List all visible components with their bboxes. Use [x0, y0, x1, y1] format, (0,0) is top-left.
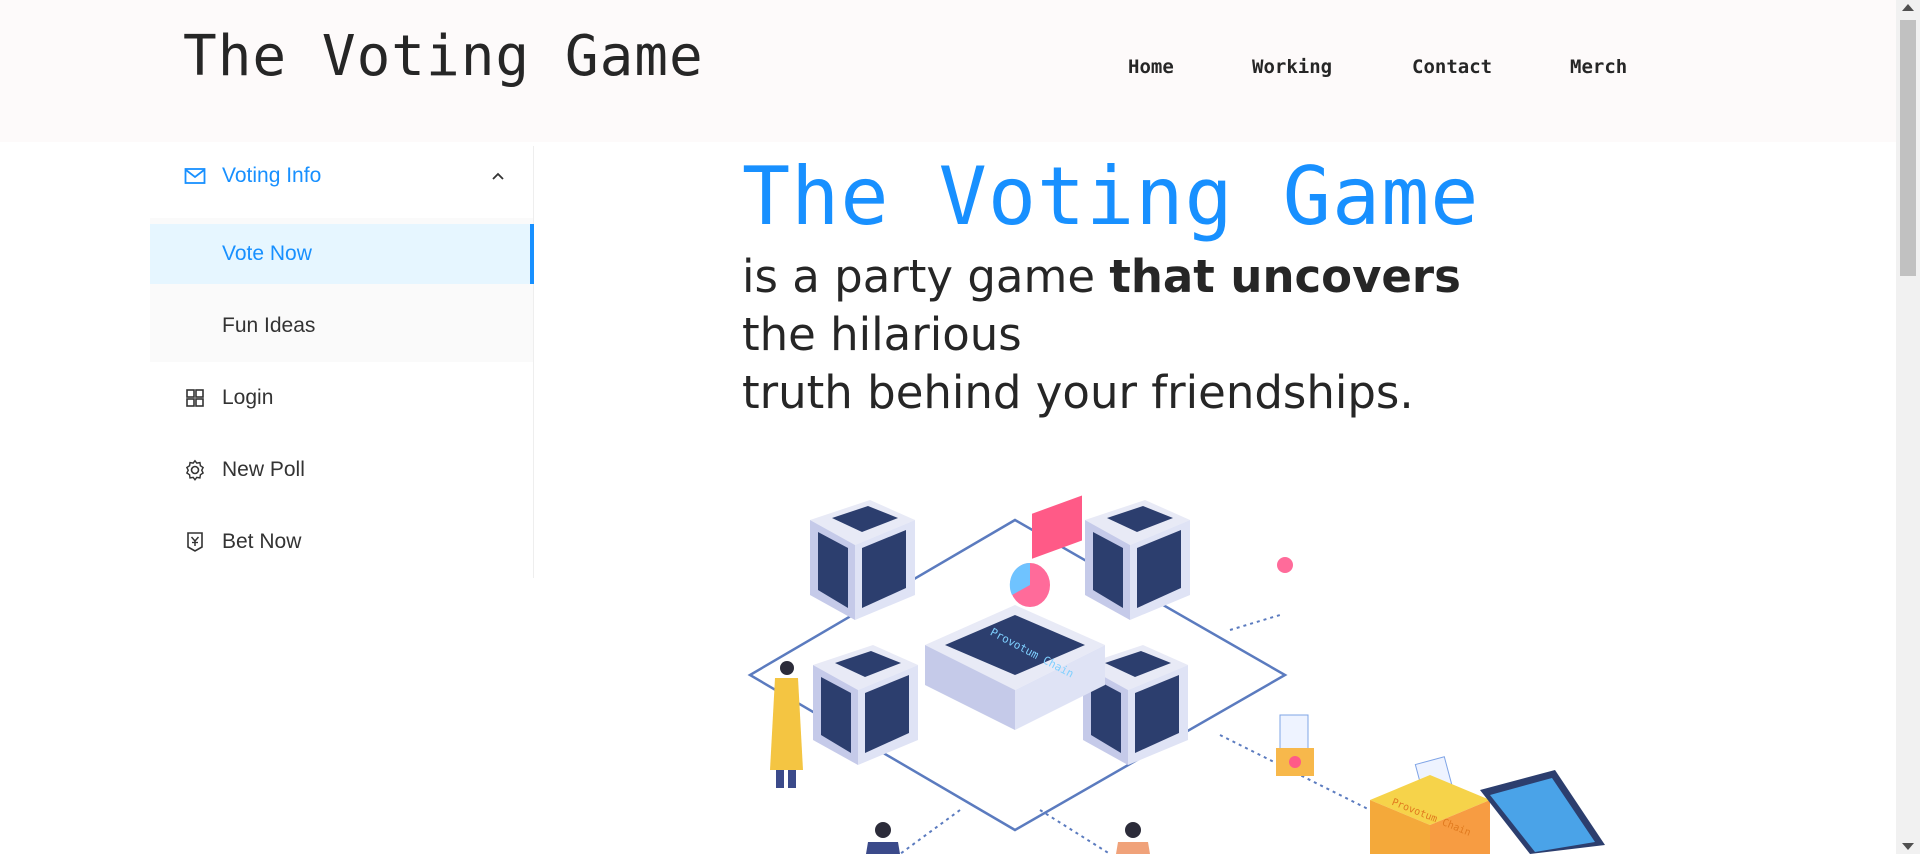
ballot-box: Provotum Chain: [1370, 775, 1490, 854]
tagline-bold-part: that uncovers: [1109, 250, 1461, 303]
menu-vote-now-label: Vote Now: [222, 242, 312, 265]
nav-merch[interactable]: Merch: [1570, 56, 1627, 78]
tagline-line-2: the hilarious: [742, 308, 1022, 361]
central-hub: Provotum Chain: [925, 495, 1105, 730]
person-bottom-center: [1116, 822, 1150, 854]
site-logo[interactable]: The Voting Game: [183, 24, 704, 89]
server-cube-top-right: [1085, 500, 1190, 620]
menu-fun-ideas[interactable]: Fun Ideas: [150, 296, 533, 356]
header: The Voting Game Home Working Contact Mer…: [0, 0, 1896, 142]
sidebar-menu: Voting Info Vote Now Fun Ideas Login New…: [150, 146, 534, 578]
menu-bet-now[interactable]: Bet Now: [150, 512, 533, 572]
menu-fun-ideas-label: Fun Ideas: [222, 314, 316, 337]
hero-tagline: is a party game that uncovers the hilari…: [742, 248, 1461, 422]
appstore-icon: [186, 389, 204, 407]
menu-new-poll[interactable]: New Poll: [150, 440, 533, 500]
menu-new-poll-label: New Poll: [222, 458, 305, 481]
menu-bet-now-label: Bet Now: [222, 530, 302, 553]
phone-graphic: [1277, 557, 1293, 573]
tagline-line-3: truth behind your friendships.: [742, 366, 1414, 419]
menu-login[interactable]: Login: [150, 368, 533, 428]
tagline-part-1: is a party game: [742, 250, 1110, 303]
vertical-scrollbar[interactable]: [1896, 0, 1920, 854]
money-collect-icon: [187, 532, 203, 552]
mail-icon: [184, 168, 206, 184]
scroll-thumb[interactable]: [1900, 20, 1916, 276]
setting-icon: [185, 459, 205, 481]
scroll-down-arrow-icon[interactable]: [1902, 843, 1914, 850]
person-bottom-left: [866, 822, 900, 854]
server-cube-bottom-left: [813, 645, 918, 765]
person-left: [770, 661, 803, 788]
menu-vote-now[interactable]: Vote Now: [150, 224, 534, 284]
hero-title: The Voting Game: [742, 150, 1480, 243]
laptop-graphic: [1480, 770, 1605, 854]
menu-login-label: Login: [222, 386, 274, 409]
chevron-up-icon: [492, 172, 504, 180]
menu-voting-info[interactable]: Voting Info: [150, 146, 533, 206]
nav-contact[interactable]: Contact: [1412, 56, 1492, 78]
selected-indicator: [530, 224, 534, 284]
nav-home[interactable]: Home: [1128, 56, 1174, 78]
nav-working[interactable]: Working: [1252, 56, 1332, 78]
blockchain-illustration: Provotum Chain Provotum Chain: [747, 495, 1605, 854]
scroll-up-arrow-icon[interactable]: [1902, 4, 1914, 11]
tagline-line-1: is a party game that uncovers: [742, 248, 1461, 306]
menu-voting-info-label: Voting Info: [222, 164, 322, 187]
server-cube-top-left: [810, 500, 915, 620]
